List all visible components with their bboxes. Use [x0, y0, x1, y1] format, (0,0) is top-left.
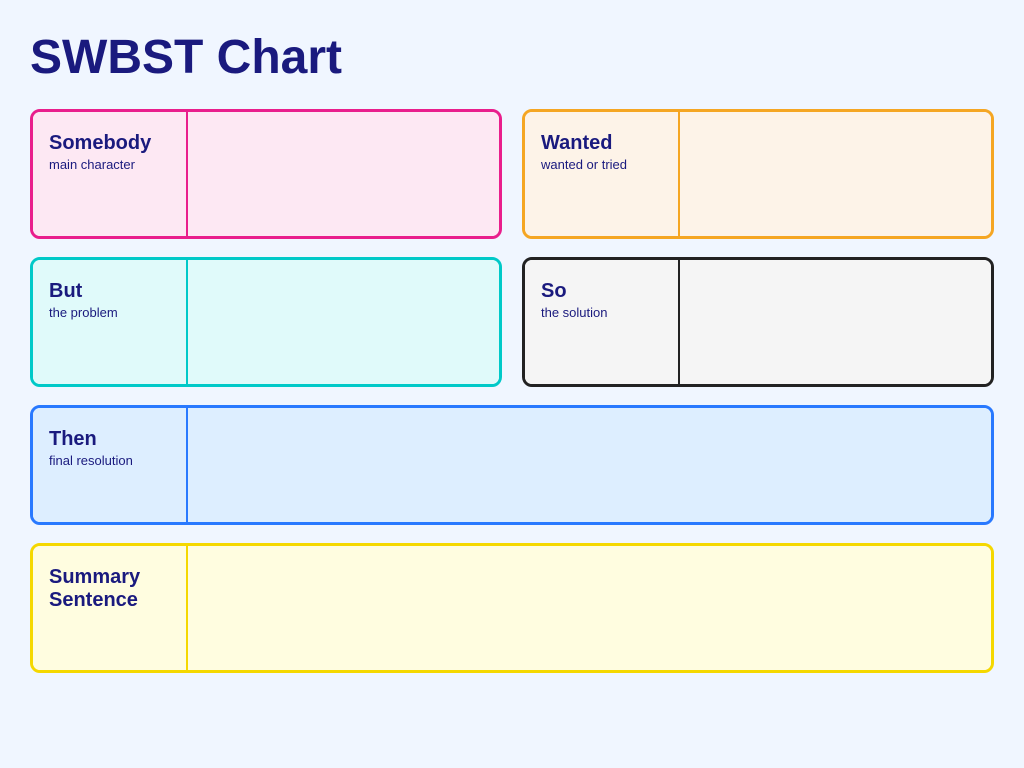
wanted-label: Wanted wanted or tried — [525, 112, 680, 236]
somebody-card: Somebody main character — [30, 109, 502, 239]
summary-content[interactable] — [188, 546, 991, 670]
so-content[interactable] — [680, 260, 991, 384]
summary-label: Summary Sentence — [33, 546, 188, 670]
but-title: But — [49, 280, 170, 303]
then-row: Then final resolution — [30, 405, 994, 525]
but-content[interactable] — [188, 260, 499, 384]
then-sublabel: final resolution — [49, 453, 170, 468]
then-title: Then — [49, 428, 170, 451]
mid-row: But the problem So the solution — [30, 257, 994, 387]
but-sublabel: the problem — [49, 305, 170, 320]
so-label: So the solution — [525, 260, 680, 384]
so-title: So — [541, 280, 662, 303]
wanted-content[interactable] — [680, 112, 991, 236]
then-label: Then final resolution — [33, 408, 188, 522]
top-row: Somebody main character Wanted wanted or… — [30, 109, 994, 239]
somebody-sublabel: main character — [49, 157, 170, 172]
but-card: But the problem — [30, 257, 502, 387]
so-card: So the solution — [522, 257, 994, 387]
so-sublabel: the solution — [541, 305, 662, 320]
wanted-sublabel: wanted or tried — [541, 157, 662, 172]
but-label: But the problem — [33, 260, 188, 384]
somebody-title: Somebody — [49, 132, 170, 155]
summary-card: Summary Sentence — [30, 543, 994, 673]
summary-title: Summary Sentence — [49, 566, 170, 612]
wanted-title: Wanted — [541, 132, 662, 155]
somebody-content[interactable] — [188, 112, 499, 236]
summary-row: Summary Sentence — [30, 543, 994, 673]
page-title: SWBST Chart — [30, 30, 994, 85]
then-content[interactable] — [188, 408, 991, 522]
wanted-card: Wanted wanted or tried — [522, 109, 994, 239]
then-card: Then final resolution — [30, 405, 994, 525]
somebody-label: Somebody main character — [33, 112, 188, 236]
